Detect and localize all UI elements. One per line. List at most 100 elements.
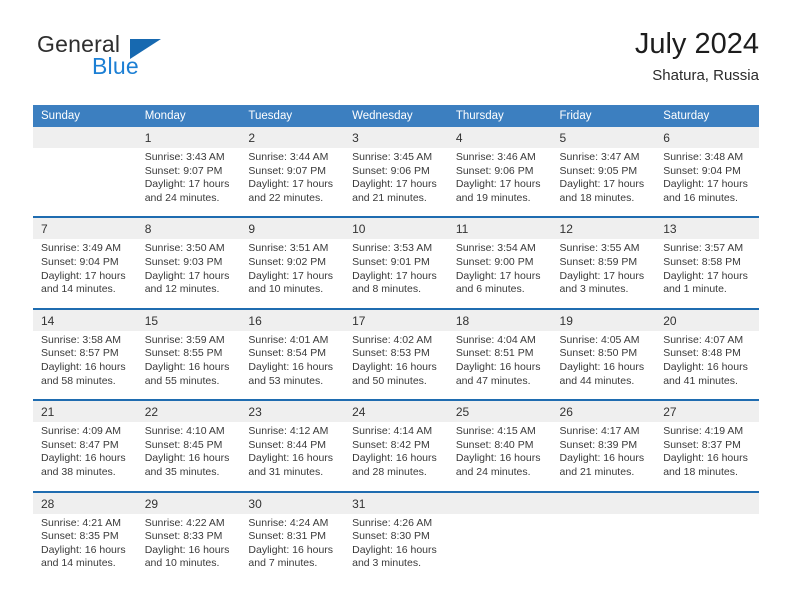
sunrise-text: Sunrise: 3:51 AM xyxy=(248,242,329,255)
day-number: 31 xyxy=(344,490,448,514)
sunset-text: Sunset: 9:02 PM xyxy=(248,255,327,268)
sunset-text: Sunset: 9:07 PM xyxy=(144,164,223,177)
calendar-page: General Blue July 2024 Shatura, Russia S… xyxy=(0,0,792,612)
day-number: 1 xyxy=(136,127,241,148)
weekday-header-row: Sunday Monday Tuesday Wednesday Thursday… xyxy=(33,105,759,127)
day-number xyxy=(33,127,137,148)
day-number: 21 xyxy=(33,399,137,423)
day-number: 15 xyxy=(136,307,241,331)
weekday-header-monday: Monday xyxy=(136,105,241,127)
calendar-body: 1 2 3 4 5 6 Sunrise: 3:43 AM Sunset: 9:0… xyxy=(33,127,759,582)
daylight-text-2: and 12 minutes. xyxy=(144,283,220,296)
day-number: 6 xyxy=(655,127,759,148)
daylight-text-2: and 14 minutes. xyxy=(41,283,116,296)
daylight-text: Daylight: 16 hours xyxy=(248,543,334,556)
sunset-text: Sunset: 8:37 PM xyxy=(663,438,741,451)
weekday-header-saturday: Saturday xyxy=(655,105,759,127)
sunset-text: Sunset: 8:48 PM xyxy=(663,347,741,360)
sunset-text: Sunset: 8:40 PM xyxy=(455,438,534,451)
sunrise-text: Sunrise: 3:44 AM xyxy=(248,151,329,163)
day-cell xyxy=(655,513,759,582)
daylight-text-2: and 10 minutes. xyxy=(248,283,324,296)
sunrise-text: Sunrise: 4:02 AM xyxy=(352,333,433,346)
sunset-text: Sunset: 9:01 PM xyxy=(352,255,430,268)
daylight-text-2: and 24 minutes. xyxy=(455,465,531,478)
daylight-text-2: and 18 minutes. xyxy=(559,191,635,204)
daylight-text: Daylight: 16 hours xyxy=(559,360,645,373)
day-cell: Sunrise: 3:55 AM Sunset: 8:59 PM Dayligh… xyxy=(551,239,656,309)
sunset-text: Sunset: 8:39 PM xyxy=(559,438,638,451)
daylight-text-2: and 6 minutes. xyxy=(455,283,525,296)
sunset-text: Sunset: 9:03 PM xyxy=(144,255,223,268)
sunset-text: Sunset: 8:35 PM xyxy=(41,530,119,543)
sunrise-text: Sunrise: 4:10 AM xyxy=(144,425,225,438)
day-number: 30 xyxy=(240,490,345,514)
daylight-text: Daylight: 17 hours xyxy=(144,269,230,282)
day-number: 18 xyxy=(447,307,552,331)
day-number: 8 xyxy=(136,216,241,240)
daylight-text: Daylight: 17 hours xyxy=(248,178,334,191)
day-cell: Sunrise: 3:43 AM Sunset: 9:07 PM Dayligh… xyxy=(136,148,241,218)
weekday-header-wednesday: Wednesday xyxy=(344,105,448,127)
sunset-text: Sunset: 8:57 PM xyxy=(41,347,119,360)
day-number: 12 xyxy=(551,216,656,240)
day-number: 19 xyxy=(551,307,656,331)
daylight-text: Daylight: 17 hours xyxy=(41,269,126,282)
daylight-text: Daylight: 17 hours xyxy=(559,269,645,282)
daylight-text: Daylight: 16 hours xyxy=(41,360,126,373)
day-cell: Sunrise: 4:02 AM Sunset: 8:53 PM Dayligh… xyxy=(344,330,448,401)
daylight-text-2: and 28 minutes. xyxy=(352,465,427,478)
sunrise-text: Sunrise: 3:50 AM xyxy=(144,242,225,255)
weekday-header-tuesday: Tuesday xyxy=(240,105,345,127)
daylight-text-2: and 53 minutes. xyxy=(248,374,324,387)
day-cell: Sunrise: 4:12 AM Sunset: 8:44 PM Dayligh… xyxy=(240,422,345,492)
daylight-text-2: and 10 minutes. xyxy=(144,557,220,570)
page-title: July 2024 xyxy=(634,28,759,60)
day-cell: Sunrise: 4:14 AM Sunset: 8:42 PM Dayligh… xyxy=(344,422,448,492)
day-number: 14 xyxy=(33,307,137,331)
sunset-text: Sunset: 8:51 PM xyxy=(455,347,534,360)
week-3-daynumbers: 14 15 16 17 18 19 20 xyxy=(33,307,759,331)
daylight-text: Daylight: 16 hours xyxy=(144,452,230,465)
daylight-text-2: and 38 minutes. xyxy=(41,465,116,478)
daylight-text: Daylight: 16 hours xyxy=(41,452,126,465)
sunrise-text: Sunrise: 4:12 AM xyxy=(248,425,329,438)
sunrise-text: Sunrise: 3:55 AM xyxy=(559,242,640,255)
day-number: 4 xyxy=(447,127,552,148)
day-cell: Sunrise: 4:07 AM Sunset: 8:48 PM Dayligh… xyxy=(655,330,759,401)
daylight-text: Daylight: 17 hours xyxy=(352,269,437,282)
daylight-text-2: and 16 minutes. xyxy=(663,191,738,204)
general-blue-logo[interactable]: General Blue xyxy=(33,30,233,92)
sunrise-text: Sunrise: 3:53 AM xyxy=(352,242,433,255)
daylight-text: Daylight: 17 hours xyxy=(455,178,541,191)
sunrise-text: Sunrise: 4:21 AM xyxy=(41,516,121,529)
daylight-text-2: and 19 minutes. xyxy=(455,191,531,204)
day-number: 27 xyxy=(655,399,759,423)
day-cell: Sunrise: 4:17 AM Sunset: 8:39 PM Dayligh… xyxy=(551,422,656,492)
daylight-text: Daylight: 17 hours xyxy=(144,178,230,191)
daylight-text: Daylight: 16 hours xyxy=(248,360,334,373)
day-cell: Sunrise: 4:04 AM Sunset: 8:51 PM Dayligh… xyxy=(447,330,552,401)
day-cell: Sunrise: 4:01 AM Sunset: 8:54 PM Dayligh… xyxy=(240,330,345,401)
sunrise-text: Sunrise: 3:46 AM xyxy=(455,151,536,163)
day-number: 24 xyxy=(344,399,448,423)
day-cell: Sunrise: 3:50 AM Sunset: 9:03 PM Dayligh… xyxy=(136,239,241,309)
day-cell: Sunrise: 3:48 AM Sunset: 9:04 PM Dayligh… xyxy=(655,148,759,218)
sunrise-text: Sunrise: 3:58 AM xyxy=(41,333,121,346)
week-4-details: Sunrise: 4:09 AM Sunset: 8:47 PM Dayligh… xyxy=(33,422,759,492)
day-cell: Sunrise: 4:09 AM Sunset: 8:47 PM Dayligh… xyxy=(33,422,137,492)
sunrise-text: Sunrise: 4:05 AM xyxy=(559,333,640,346)
sunrise-text: Sunrise: 3:47 AM xyxy=(559,151,640,163)
daylight-text: Daylight: 16 hours xyxy=(248,452,334,465)
daylight-text: Daylight: 16 hours xyxy=(144,543,230,556)
day-cell: Sunrise: 4:10 AM Sunset: 8:45 PM Dayligh… xyxy=(136,422,241,492)
daylight-text-2: and 21 minutes. xyxy=(352,191,427,204)
sunrise-text: Sunrise: 4:01 AM xyxy=(248,333,329,346)
daylight-text: Daylight: 17 hours xyxy=(663,178,748,191)
day-cell: Sunrise: 3:59 AM Sunset: 8:55 PM Dayligh… xyxy=(136,330,241,401)
day-cell: Sunrise: 4:05 AM Sunset: 8:50 PM Dayligh… xyxy=(551,330,656,401)
sunrise-text: Sunrise: 3:57 AM xyxy=(663,242,744,255)
sunrise-text: Sunrise: 3:59 AM xyxy=(144,333,225,346)
day-number xyxy=(551,490,656,514)
daylight-text: Daylight: 17 hours xyxy=(455,269,541,282)
